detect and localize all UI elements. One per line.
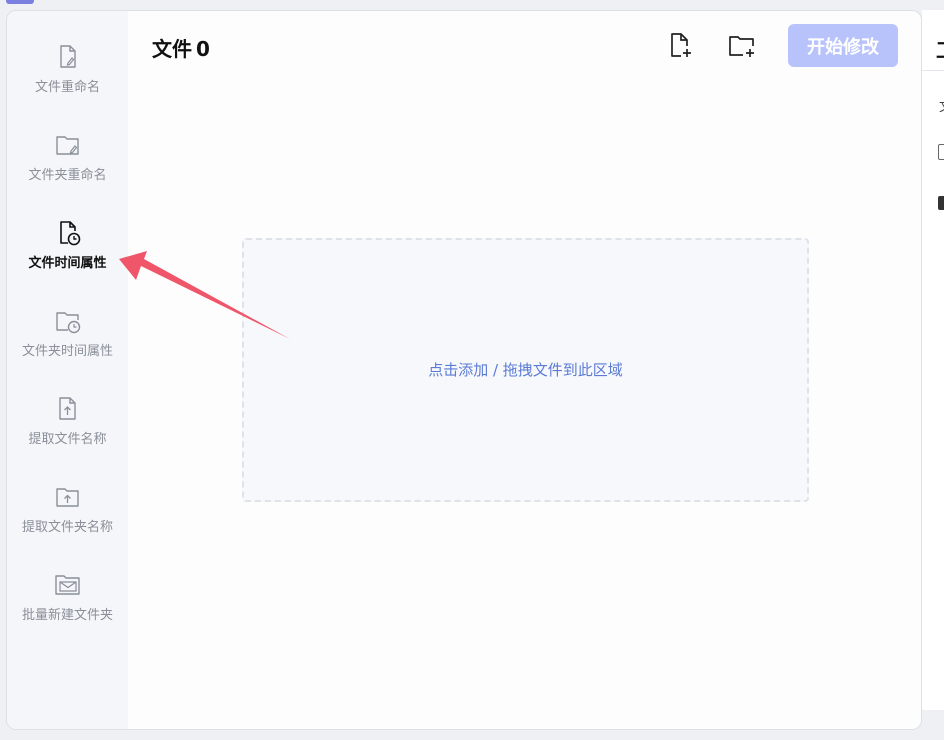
file-count-label: 文件 <box>152 37 192 61</box>
sidebar-item-label: 提取文件名称 <box>28 432 107 447</box>
sidebar: 文件重命名 文件夹重命名 文件时间属性 文件夹时间属性 提取文件名称 提取文件夹… <box>7 11 128 729</box>
folder-upload-icon <box>55 488 79 507</box>
sidebar-item-batch-create-folders[interactable]: 批量新建文件夹 <box>7 571 128 623</box>
right-panel-title: 工 <box>936 34 944 63</box>
sidebar-item-file-time-attributes[interactable]: 文件时间属性 <box>7 219 128 271</box>
main-content: 文件 0 开始修改 点击添加 / 拖拽文件到此区域 <box>128 11 921 729</box>
sidebar-item-label: 文件重命名 <box>34 80 100 95</box>
right-panel-text: 文 <box>939 96 944 115</box>
sidebar-item-label: 批量新建文件夹 <box>21 608 113 623</box>
sidebar-item-folder-time-attributes[interactable]: 文件夹时间属性 <box>7 307 128 359</box>
add-file-button[interactable] <box>663 29 697 63</box>
right-panel-checkbox-checked[interactable] <box>938 196 944 210</box>
sidebar-item-file-rename[interactable]: 文件重命名 <box>7 43 128 95</box>
file-edit-icon <box>59 45 76 68</box>
sidebar-item-label: 提取文件夹名称 <box>21 520 113 535</box>
right-panel-checkbox[interactable] <box>938 144 944 160</box>
file-upload-icon <box>58 397 76 420</box>
sidebar-item-folder-rename[interactable]: 文件夹重命名 <box>7 131 128 183</box>
file-count-number: 0 <box>196 37 210 61</box>
right-panel-divider <box>922 70 944 71</box>
folder-edit-icon <box>55 136 79 155</box>
app-panel: 文件重命名 文件夹重命名 文件时间属性 文件夹时间属性 提取文件名称 提取文件夹… <box>6 10 922 730</box>
add-folder-button[interactable] <box>725 29 759 63</box>
file-count-title: 文件 0 <box>152 33 210 62</box>
sidebar-item-extract-file-names[interactable]: 提取文件名称 <box>7 395 128 447</box>
drop-zone-hint: 点击添加 / 拖拽文件到此区域 <box>428 361 623 379</box>
sidebar-item-label: 文件时间属性 <box>28 256 107 271</box>
folder-plus-icon <box>729 36 754 57</box>
file-drop-zone[interactable]: 点击添加 / 拖拽文件到此区域 <box>242 238 809 502</box>
start-modify-button[interactable]: 开始修改 <box>788 24 898 67</box>
sidebar-item-label: 文件夹时间属性 <box>21 344 113 359</box>
sidebar-item-label: 文件夹重命名 <box>28 168 107 183</box>
folder-clock-icon <box>55 312 80 334</box>
folder-mail-icon <box>54 575 80 595</box>
sidebar-item-extract-folder-names[interactable]: 提取文件夹名称 <box>7 483 128 535</box>
window-corner-tab <box>6 0 34 4</box>
file-plus-icon <box>671 33 691 57</box>
file-clock-icon <box>59 221 80 246</box>
right-settings-panel: 工 文 <box>922 10 944 710</box>
